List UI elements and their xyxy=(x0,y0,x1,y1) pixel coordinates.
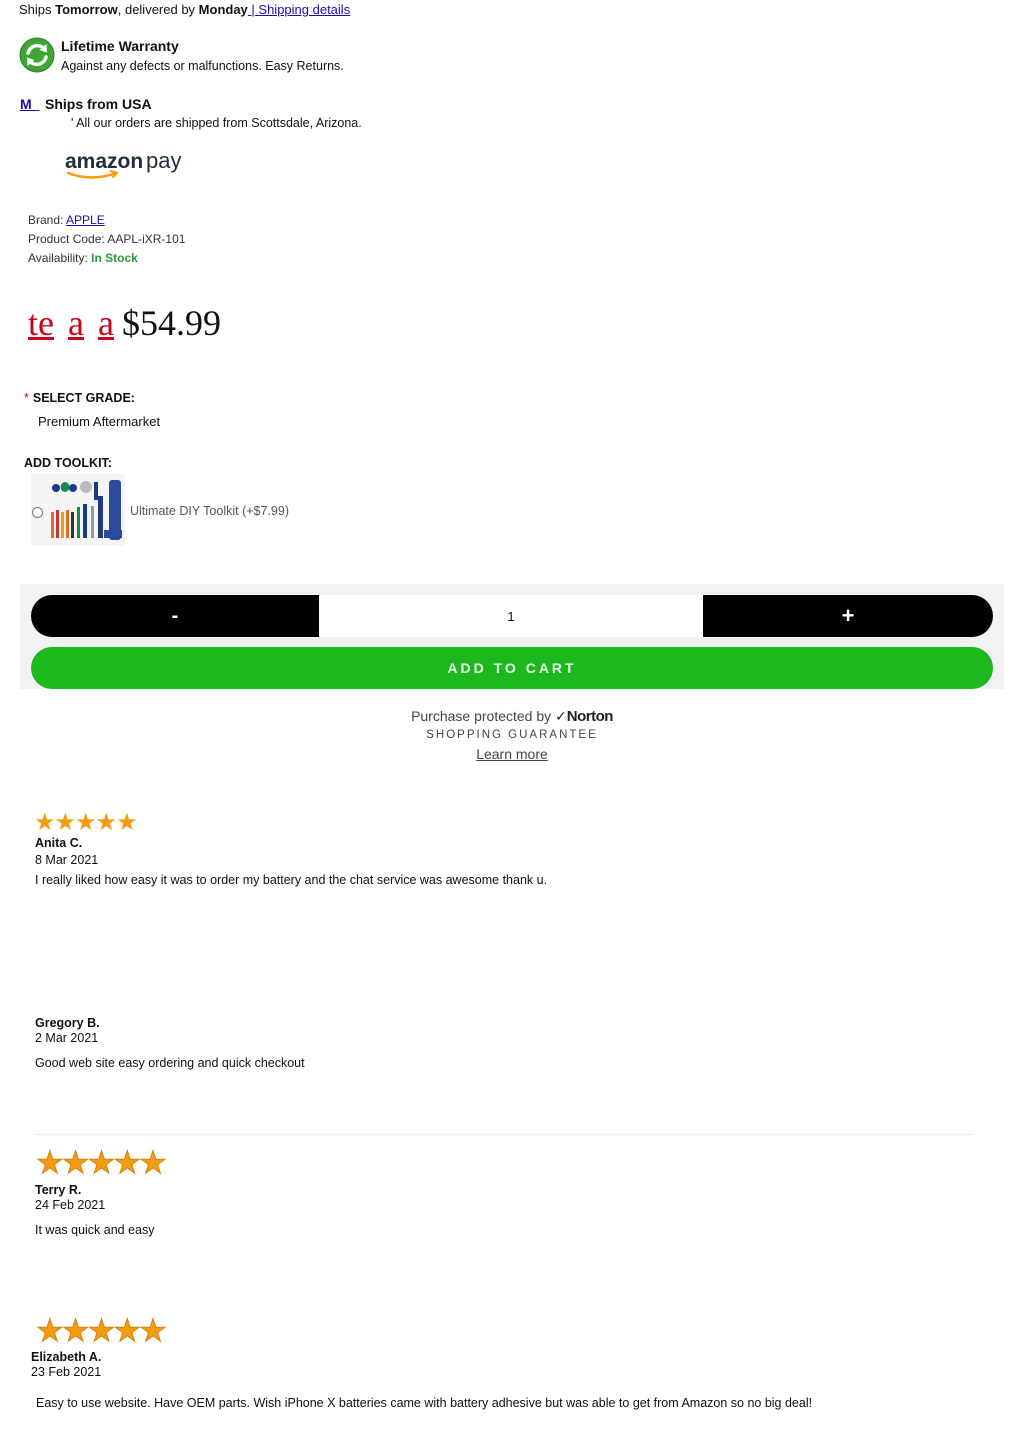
warranty-description: Against any defects or malfunctions. Eas… xyxy=(61,59,344,73)
review-text: Easy to use website. Have OEM parts. Wis… xyxy=(36,1396,813,1410)
review-author: Gregory B. xyxy=(35,1016,100,1030)
product-code-row: Product Code: AAPL-iXR-101 xyxy=(28,232,186,246)
review-author: Anita C. xyxy=(35,836,83,850)
brand-link[interactable]: APPLE xyxy=(66,213,105,227)
amazon-pay-logo: amazon pay xyxy=(64,146,194,186)
review-date: 8 Mar 2021 xyxy=(35,853,99,867)
delivery-day: Monday xyxy=(198,2,248,17)
norton-protection: Purchase protected by ✓Norton xyxy=(411,708,614,725)
toolkit-option-label: Ultimate DIY Toolkit (+$7.99) xyxy=(130,504,289,518)
review-text: I really liked how easy it was to order … xyxy=(35,873,548,887)
price-fragment: a xyxy=(97,303,114,343)
review-text: Good web site easy ordering and quick ch… xyxy=(35,1056,305,1070)
review-author: Elizabeth A. xyxy=(31,1350,102,1364)
review-divider xyxy=(36,1134,972,1135)
shipping-middle: , delivered by xyxy=(117,2,199,17)
review-text: It was quick and easy xyxy=(35,1223,155,1237)
product-code: AAPL-iXR-101 xyxy=(107,232,186,246)
shipping-prefix: Ships xyxy=(19,2,56,17)
amazon-pay-logo-word2: pay xyxy=(146,148,181,173)
brand-row: Brand: APPLE xyxy=(28,213,105,227)
price-row: te a a $54.99 xyxy=(28,302,221,344)
price-fragment: te xyxy=(28,303,54,343)
norton-learn-more: Learn more xyxy=(0,746,1024,762)
required-mark: * xyxy=(24,391,29,405)
norton-guarantee: SHOPPING GUARANTEE xyxy=(426,729,598,741)
review-stars: ★★★★★ xyxy=(36,1145,168,1181)
price-fragment: a xyxy=(67,303,84,343)
availability-status: In Stock xyxy=(91,251,138,265)
quantity-input[interactable] xyxy=(319,595,703,637)
norton-check-icon: ✓ xyxy=(555,708,567,724)
availability-row: Availability: In Stock xyxy=(28,251,138,265)
review-date: 23 Feb 2021 xyxy=(31,1365,102,1379)
shipping-when: Tomorrow xyxy=(55,2,118,17)
shipping-info: Ships Tomorrow, delivered by Monday | Sh… xyxy=(19,2,350,17)
ships-from-description: ' All our orders are shipped from Scotts… xyxy=(71,116,362,130)
review-stars: ★★★★★ xyxy=(36,1313,168,1349)
price-value: $54.99 xyxy=(121,303,221,343)
toolkit-image xyxy=(31,474,125,546)
usa-flag-icon: M_ xyxy=(20,96,40,112)
select-grade-label: * SELECT GRADE: xyxy=(24,391,135,405)
review-date: 24 Feb 2021 xyxy=(35,1198,106,1212)
toolkit-radio[interactable] xyxy=(32,507,43,518)
grade-option[interactable]: Premium Aftermarket xyxy=(38,414,160,429)
learn-more-link[interactable]: Learn more xyxy=(476,746,548,762)
quantity-decrease-button[interactable]: - xyxy=(31,595,319,637)
ships-from-title: Ships from USA xyxy=(45,96,152,112)
shipping-details-link[interactable]: | Shipping details xyxy=(248,2,350,17)
quantity-increase-button[interactable]: + xyxy=(703,595,993,637)
review-author: Terry R. xyxy=(35,1183,82,1197)
add-to-cart-button[interactable]: ADD TO CART xyxy=(31,647,993,689)
norton-brand: Norton xyxy=(566,708,614,725)
review-date: 2 Mar 2021 xyxy=(35,1031,99,1045)
amazon-pay-logo-word1: amazon xyxy=(65,150,143,173)
review-stars: ★★★★★ xyxy=(34,809,138,836)
add-toolkit-label: ADD TOOLKIT: xyxy=(24,456,112,470)
refresh-icon xyxy=(19,37,55,73)
warranty-title: Lifetime Warranty xyxy=(61,38,179,54)
